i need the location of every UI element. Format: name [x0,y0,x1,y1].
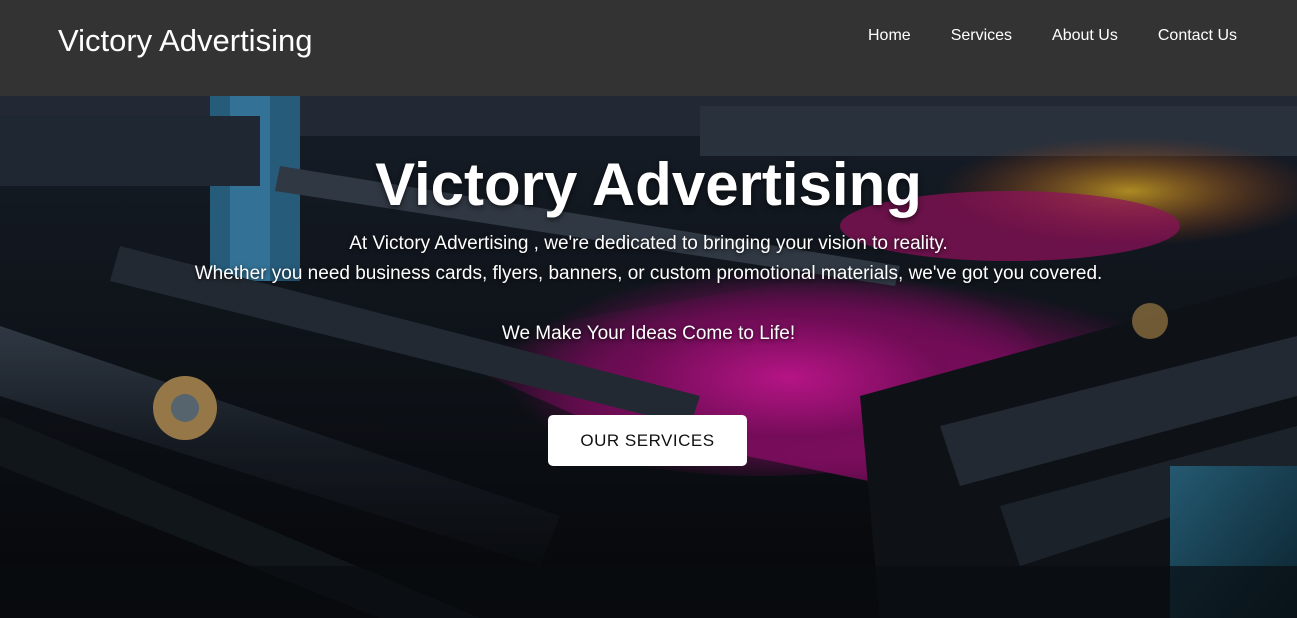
our-services-button[interactable]: OUR SERVICES [548,415,747,466]
hero-tagline: We Make Your Ideas Come to Life! [501,323,796,344]
hero-section: Victory Advertising At Victory Advertisi… [0,96,1297,618]
hero-description-line-1: At Victory Advertising , we're dedicated… [349,233,948,254]
nav-link-contact-us[interactable]: Contact Us [1158,26,1237,46]
nav-link-about-us[interactable]: About Us [1052,26,1118,46]
hero-description-line-2: Whether you need business cards, flyers,… [194,263,1103,284]
brand-logo-text[interactable]: Victory Advertising [58,22,312,60]
hero-title: Victory Advertising [375,151,922,218]
nav-link-services[interactable]: Services [951,26,1012,46]
navbar: Victory Advertising Home Services About … [0,0,1297,96]
nav-links: Home Services About Us Contact Us [868,26,1237,46]
nav-link-home[interactable]: Home [868,26,911,46]
